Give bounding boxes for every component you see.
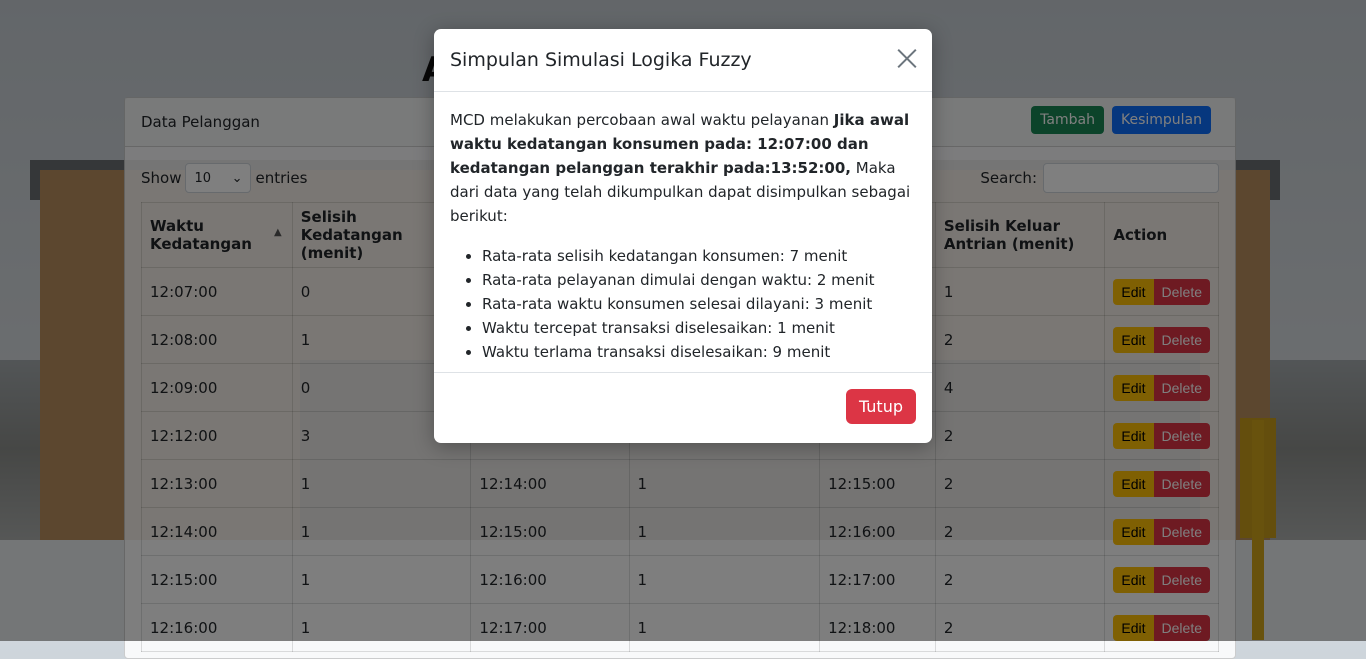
list-item: Waktu terlama transaksi diselesaikan: 9 …	[482, 340, 916, 364]
modal-header: Simpulan Simulasi Logika Fuzzy	[434, 29, 932, 92]
conclusion-modal: Simpulan Simulasi Logika Fuzzy MCD melak…	[434, 29, 932, 443]
conclusion-list: Rata-rata selisih kedatangan konsumen: 7…	[450, 244, 916, 364]
list-item: Rata-rata waktu konsumen selesai dilayan…	[482, 292, 916, 316]
close-icon[interactable]	[896, 47, 918, 69]
modal-intro: MCD melakukan percobaan awal waktu pelay…	[450, 111, 911, 225]
modal-footer: Tutup	[434, 372, 932, 443]
close-button[interactable]: Tutup	[845, 389, 916, 424]
modal-title: Simpulan Simulasi Logika Fuzzy	[450, 49, 752, 71]
list-item: Rata-rata selisih kedatangan konsumen: 7…	[482, 244, 916, 268]
list-item: Rata-rata pelayanan dimulai dengan waktu…	[482, 268, 916, 292]
modal-body: MCD melakukan percobaan awal waktu pelay…	[434, 92, 932, 380]
list-item: Waktu tercepat transaksi diselesaikan: 1…	[482, 316, 916, 340]
